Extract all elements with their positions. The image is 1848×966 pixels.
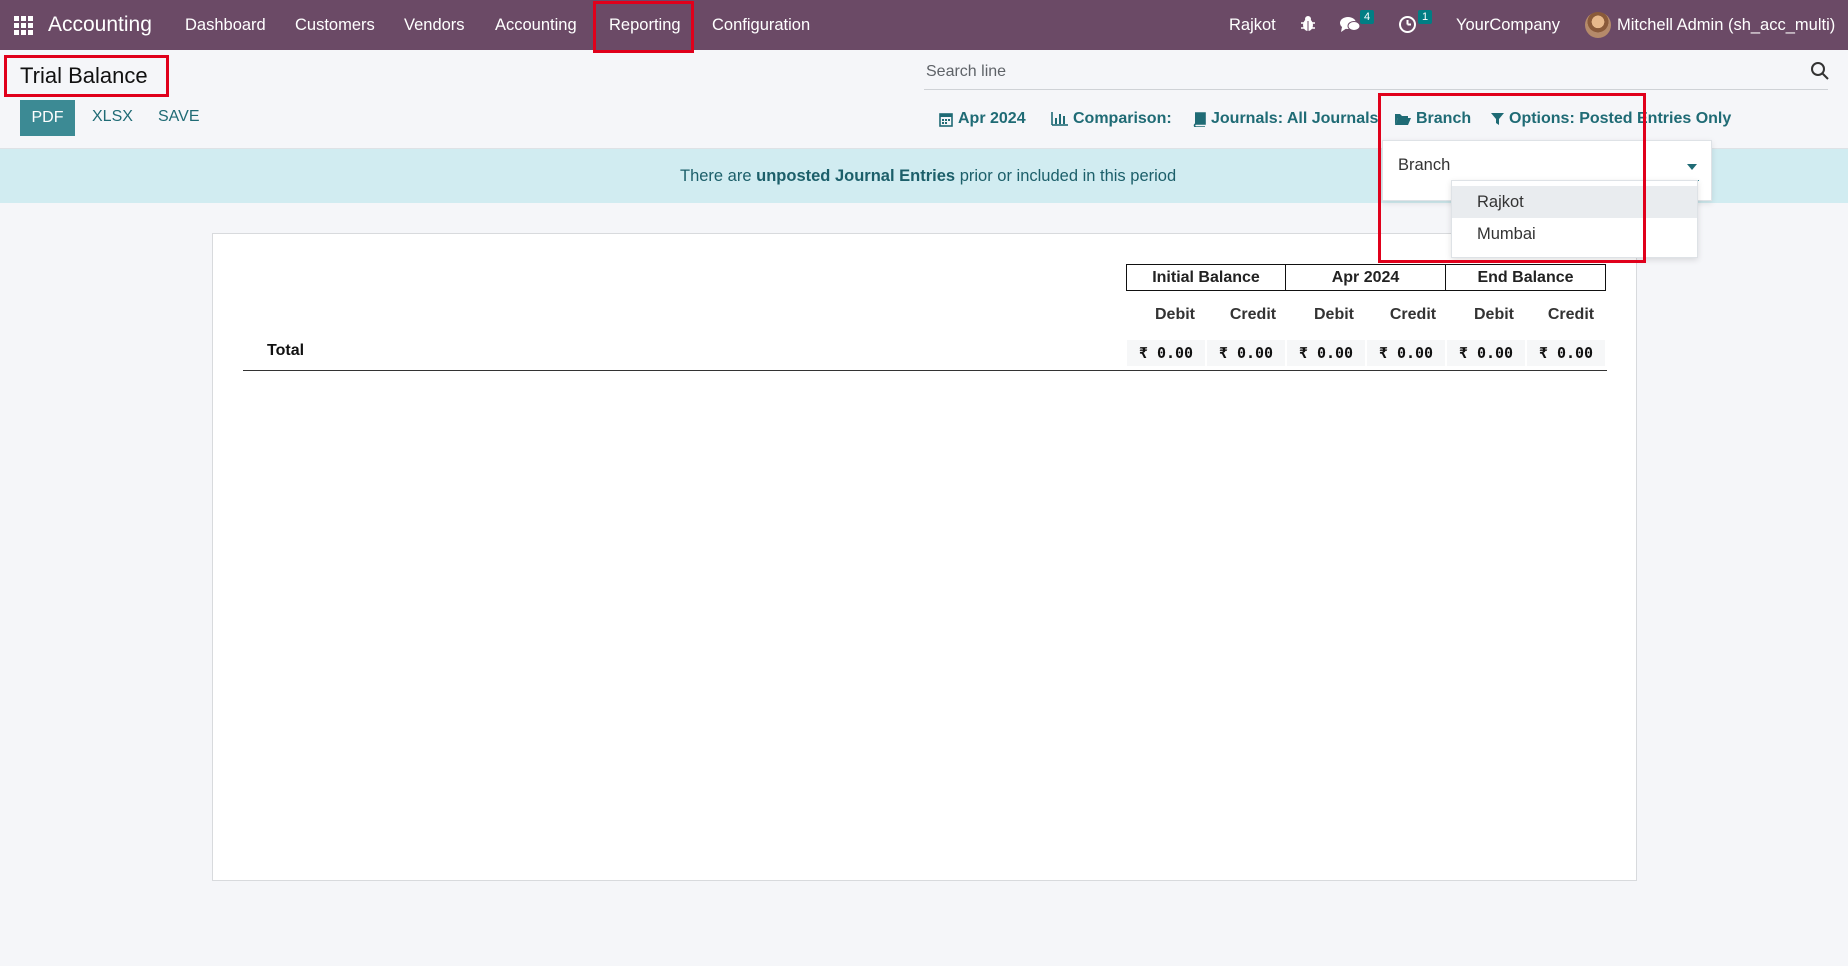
search-input[interactable] [926, 63, 1776, 81]
col-credit-initial: Credit [1229, 306, 1277, 323]
report-card: Initial Balance Apr 2024 End Balance Deb… [212, 233, 1637, 881]
branch-filter[interactable]: Branch [1394, 110, 1471, 128]
pdf-button[interactable]: PDF [20, 100, 75, 136]
activities-count-badge: 1 [1418, 10, 1433, 24]
unposted-entries-link[interactable]: unposted Journal Entries [756, 167, 955, 185]
comparison-filter-label: Comparison: [1073, 110, 1172, 127]
menu-reporting[interactable]: Reporting [609, 16, 681, 35]
xlsx-button[interactable]: XLSX [92, 108, 133, 126]
col-credit-period: Credit [1389, 306, 1437, 323]
save-button[interactable]: SAVE [158, 108, 200, 126]
search-icon[interactable] [1810, 61, 1830, 81]
comparison-filter[interactable]: Comparison: [1051, 110, 1172, 128]
messages-chat-icon[interactable] [1339, 15, 1361, 34]
col-debit-initial: Debit [1155, 306, 1195, 323]
col-debit-period: Debit [1314, 306, 1354, 323]
options-filter-label: Options: Posted Entries Only [1509, 110, 1732, 127]
top-navbar: Accounting Dashboard Customers Vendors A… [0, 0, 1848, 50]
debug-bug-icon[interactable] [1300, 15, 1316, 33]
date-filter[interactable]: Apr 2024 [939, 110, 1026, 128]
search-bar [924, 60, 1828, 90]
current-branch[interactable]: Rajkot [1229, 16, 1276, 35]
total-debit-initial[interactable]: ₹ 0.00 [1127, 340, 1205, 366]
page-title: Trial Balance [20, 63, 148, 88]
group-apr-2024: Apr 2024 [1285, 264, 1446, 291]
menu-vendors[interactable]: Vendors [404, 16, 465, 35]
total-debit-end[interactable]: ₹ 0.00 [1447, 340, 1525, 366]
menu-dashboard[interactable]: Dashboard [185, 16, 266, 35]
branch-options-list: Rajkot Mumbai [1451, 180, 1698, 258]
total-credit-end[interactable]: ₹ 0.00 [1527, 340, 1605, 366]
caret-down-icon[interactable] [1687, 164, 1697, 170]
col-credit-end: Credit [1547, 306, 1595, 323]
alert-prefix: There are [680, 167, 752, 185]
total-credit-period[interactable]: ₹ 0.00 [1367, 340, 1445, 366]
user-menu[interactable]: Mitchell Admin (sh_acc_multi) [1617, 16, 1835, 35]
total-row-divider [243, 370, 1607, 371]
activities-clock-icon[interactable] [1398, 15, 1417, 34]
company-switcher[interactable]: YourCompany [1456, 16, 1560, 35]
menu-accounting[interactable]: Accounting [495, 16, 577, 35]
group-end-balance: End Balance [1445, 264, 1606, 291]
calendar-icon [939, 112, 953, 127]
total-row-label: Total [267, 342, 305, 359]
journals-filter-label: Journals: All Journals [1211, 110, 1379, 127]
menu-configuration[interactable]: Configuration [712, 16, 810, 35]
apps-grid-icon[interactable] [14, 16, 33, 35]
menu-customers[interactable]: Customers [295, 16, 375, 35]
journals-filter[interactable]: Journals: All Journals [1193, 110, 1378, 128]
funnel-icon [1491, 113, 1504, 125]
book-icon [1193, 111, 1206, 127]
alert-suffix: prior or included in this period [959, 167, 1177, 185]
branch-option-mumbai[interactable]: Mumbai [1452, 218, 1697, 250]
branch-option-rajkot[interactable]: Rajkot [1452, 186, 1697, 218]
branch-dropdown-label: Branch [1398, 156, 1451, 174]
app-brand[interactable]: Accounting [48, 13, 152, 37]
messages-count-badge: 4 [1360, 10, 1375, 24]
options-filter[interactable]: Options: Posted Entries Only [1491, 110, 1731, 128]
col-debit-end: Debit [1474, 306, 1514, 323]
branch-select[interactable] [1452, 155, 1699, 181]
bar-chart-icon [1051, 112, 1068, 126]
branch-filter-label: Branch [1416, 110, 1472, 127]
total-debit-period[interactable]: ₹ 0.00 [1287, 340, 1365, 366]
total-credit-initial[interactable]: ₹ 0.00 [1207, 340, 1285, 366]
date-filter-label: Apr 2024 [958, 110, 1026, 127]
folder-open-icon [1395, 114, 1411, 125]
user-avatar[interactable] [1585, 12, 1611, 38]
group-initial-balance: Initial Balance [1126, 264, 1286, 291]
